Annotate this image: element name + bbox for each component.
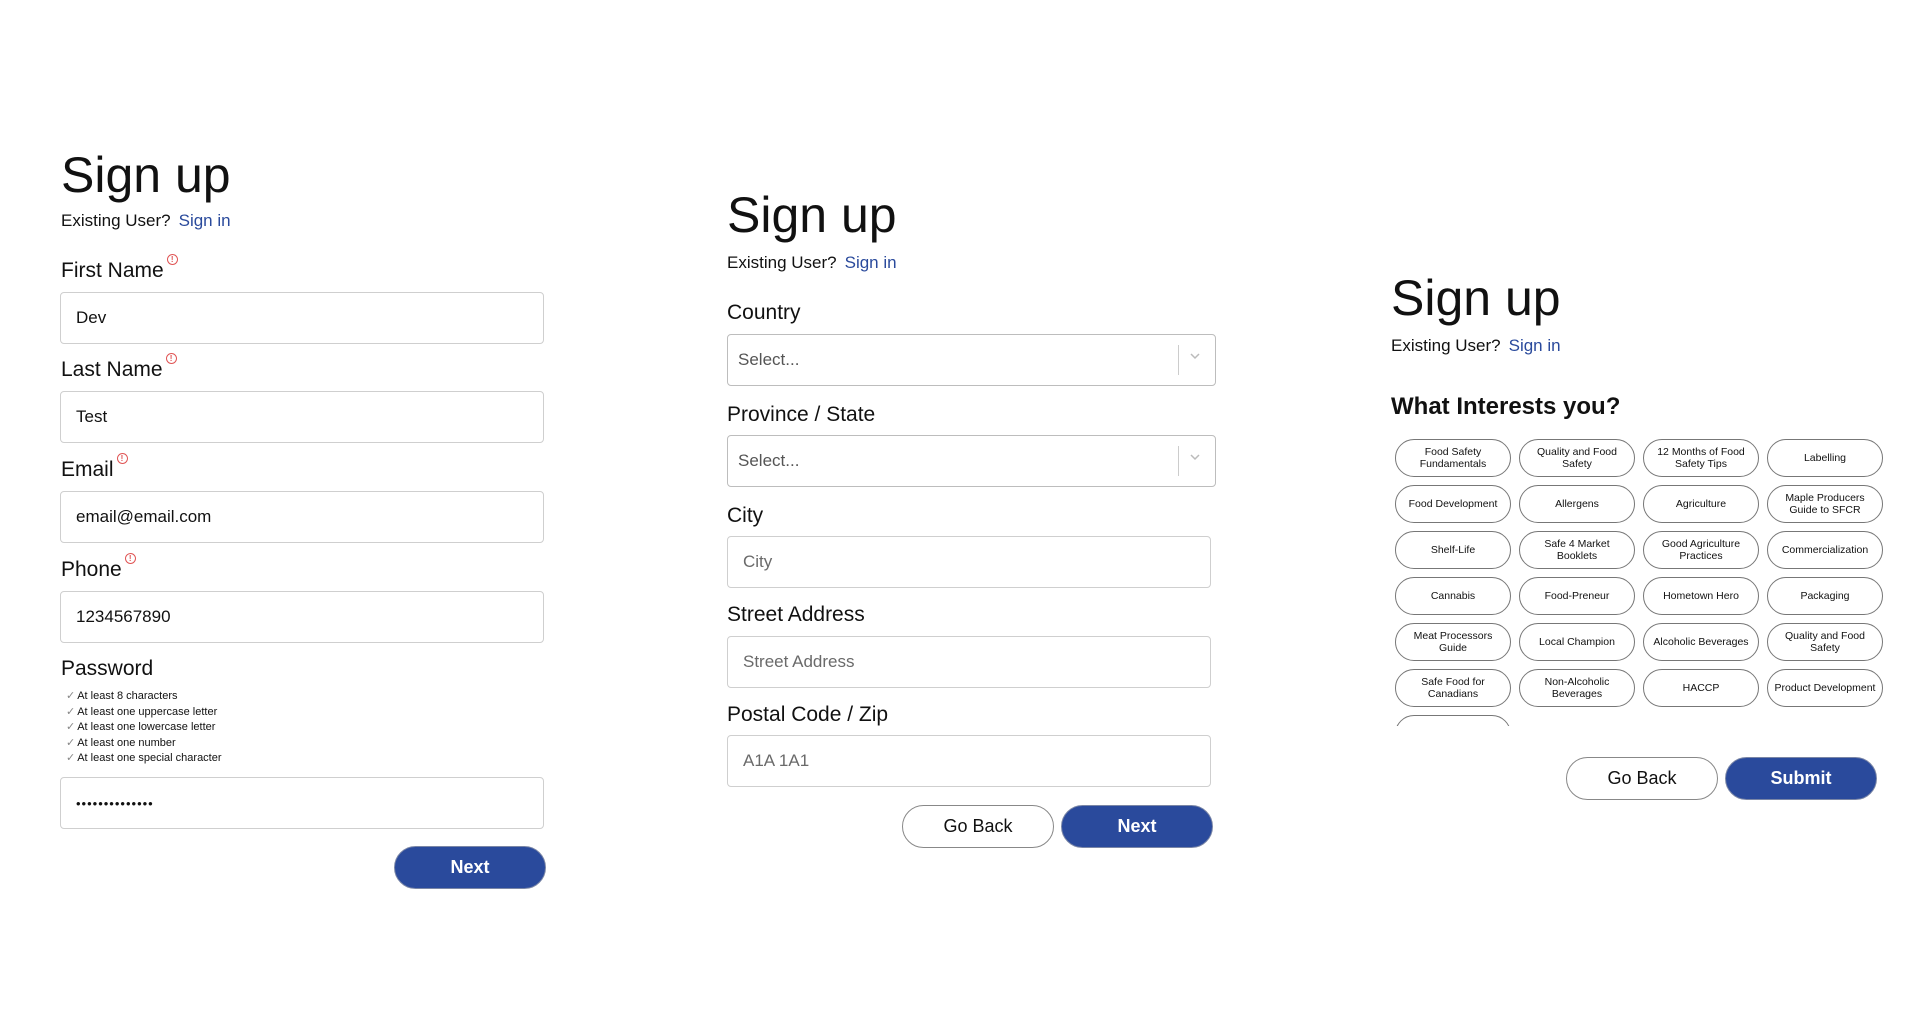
select-placeholder: Select... — [738, 350, 800, 369]
interest-chip[interactable]: Hometown Hero — [1643, 577, 1759, 615]
password-rule: ✓ At least 8 characters — [66, 689, 222, 705]
check-icon: ✓ — [66, 705, 76, 718]
required-icon: ! — [166, 254, 178, 265]
last-name-label: Last Name! — [61, 353, 177, 381]
check-icon: ✓ — [66, 752, 76, 764]
interest-chip[interactable]: Food Safety Fundamentals — [1395, 439, 1511, 477]
next-button[interactable]: Next — [394, 846, 546, 889]
page-title: Sign up — [1391, 270, 1561, 326]
page-title: Sign up — [61, 147, 231, 203]
interest-chip[interactable]: Cannabis — [1395, 577, 1511, 615]
label-text: Phone — [61, 558, 122, 581]
select-separator — [1178, 446, 1179, 476]
password-rule: ✓ At least one lowercase letter — [66, 720, 222, 736]
existing-user-text: Existing User? — [61, 211, 171, 230]
password-rule: ✓ At least one number — [66, 736, 222, 752]
interest-chip[interactable] — [1395, 715, 1511, 726]
select-placeholder: Select... — [738, 451, 800, 470]
existing-user-prompt: Existing User? Sign in — [1391, 336, 1561, 356]
interest-chip[interactable]: Allergens — [1519, 485, 1635, 523]
password-rules: ✓ At least 8 characters ✓ At least one upp… — [66, 689, 222, 767]
interest-chip[interactable]: 12 Months of Food Safety Tips — [1643, 439, 1759, 477]
chevron-down-icon[interactable] — [1188, 450, 1204, 466]
province-select[interactable]: Select... — [727, 435, 1216, 487]
label-text: Last Name — [61, 358, 163, 381]
rule-text: At least 8 characters — [77, 690, 178, 702]
interest-chip[interactable]: Non-Alcoholic Beverages — [1519, 669, 1635, 707]
interest-chip[interactable]: Good Agriculture Practices — [1643, 531, 1759, 569]
interest-chip[interactable]: Product Development — [1767, 669, 1883, 707]
interest-chip[interactable]: Commercialization — [1767, 531, 1883, 569]
postal-code-label: Postal Code / Zip — [727, 703, 889, 726]
rule-text: At least one uppercase letter — [77, 705, 218, 718]
check-icon: ✓ — [66, 721, 76, 733]
interest-chip[interactable]: Safe Food for Canadians — [1395, 669, 1511, 707]
street-address-label: Street Address — [727, 603, 865, 626]
existing-user-prompt: Existing User? Sign in — [727, 253, 897, 273]
interest-chip[interactable]: Packaging — [1767, 577, 1883, 615]
province-label: Province / State — [727, 403, 876, 426]
existing-user-prompt: Existing User? Sign in — [61, 211, 231, 231]
first-name-label: First Name! — [61, 254, 178, 282]
interest-chip[interactable]: Local Champion — [1519, 623, 1635, 661]
rule-text: At least one lowercase letter — [77, 721, 216, 733]
check-icon: ✓ — [66, 736, 76, 749]
go-back-button[interactable]: Go Back — [1566, 757, 1718, 800]
page-title: Sign up — [727, 187, 897, 243]
password-rule: ✓ At least one special character — [66, 751, 222, 767]
rule-text: At least one special character — [77, 752, 222, 764]
interests-heading: What Interests you? — [1391, 393, 1621, 420]
sign-in-link[interactable]: Sign in — [1509, 336, 1561, 355]
interest-chip[interactable]: Alcoholic Beverages — [1643, 623, 1759, 661]
interests-list[interactable]: Food Safety Fundamentals Quality and Food… — [1395, 439, 1895, 726]
sign-in-link[interactable]: Sign in — [179, 211, 231, 230]
label-text: Email — [61, 458, 114, 481]
last-name-input[interactable]: Test — [60, 391, 544, 443]
interest-chip[interactable]: Labelling — [1767, 439, 1883, 477]
interest-chip[interactable]: HACCP — [1643, 669, 1759, 707]
sign-in-link[interactable]: Sign in — [845, 253, 897, 272]
next-button[interactable]: Next — [1061, 805, 1213, 848]
select-separator — [1178, 345, 1179, 375]
required-icon: ! — [116, 453, 128, 464]
interest-chip[interactable]: Safe 4 Market Booklets — [1519, 531, 1635, 569]
required-icon: ! — [124, 553, 136, 564]
city-input[interactable]: City — [727, 536, 1211, 588]
go-back-button[interactable]: Go Back — [902, 805, 1054, 848]
city-label: City — [727, 504, 764, 527]
postal-code-input[interactable]: A1A 1A1 — [727, 735, 1211, 787]
country-select[interactable]: Select... — [727, 334, 1216, 386]
interest-chip[interactable]: Quality and Food Safety — [1519, 439, 1635, 477]
password-input[interactable]: •••••••••••••• — [60, 777, 544, 829]
interest-chip[interactable]: Shelf-Life — [1395, 531, 1511, 569]
existing-user-text: Existing User? — [1391, 336, 1501, 355]
rule-text: At least one number — [77, 736, 176, 749]
interest-chip[interactable]: Meat Processors Guide — [1395, 623, 1511, 661]
email-input[interactable]: email@email.com — [60, 491, 544, 543]
required-icon: ! — [165, 353, 177, 364]
interest-chip[interactable]: Food-Preneur — [1519, 577, 1635, 615]
street-address-input[interactable]: Street Address — [727, 636, 1211, 688]
phone-input[interactable]: 1234567890 — [60, 591, 544, 643]
phone-label: Phone! — [61, 553, 136, 581]
password-label: Password — [61, 657, 154, 680]
password-rule: ✓ At least one uppercase letter — [66, 705, 222, 721]
label-text: First Name — [61, 259, 164, 282]
interest-chip[interactable]: Agriculture — [1643, 485, 1759, 523]
check-icon: ✓ — [66, 690, 76, 702]
interest-chip[interactable]: Food Development — [1395, 485, 1511, 523]
submit-button[interactable]: Submit — [1725, 757, 1877, 800]
interest-chip[interactable]: Maple Producers Guide to SFCR — [1767, 485, 1883, 523]
existing-user-text: Existing User? — [727, 253, 837, 272]
email-label: Email! — [61, 453, 128, 481]
chevron-down-icon[interactable] — [1188, 349, 1204, 365]
country-label: Country — [727, 301, 801, 324]
interest-chip[interactable]: Quality and Food Safety — [1767, 623, 1883, 661]
first-name-input[interactable]: Dev — [60, 292, 544, 344]
